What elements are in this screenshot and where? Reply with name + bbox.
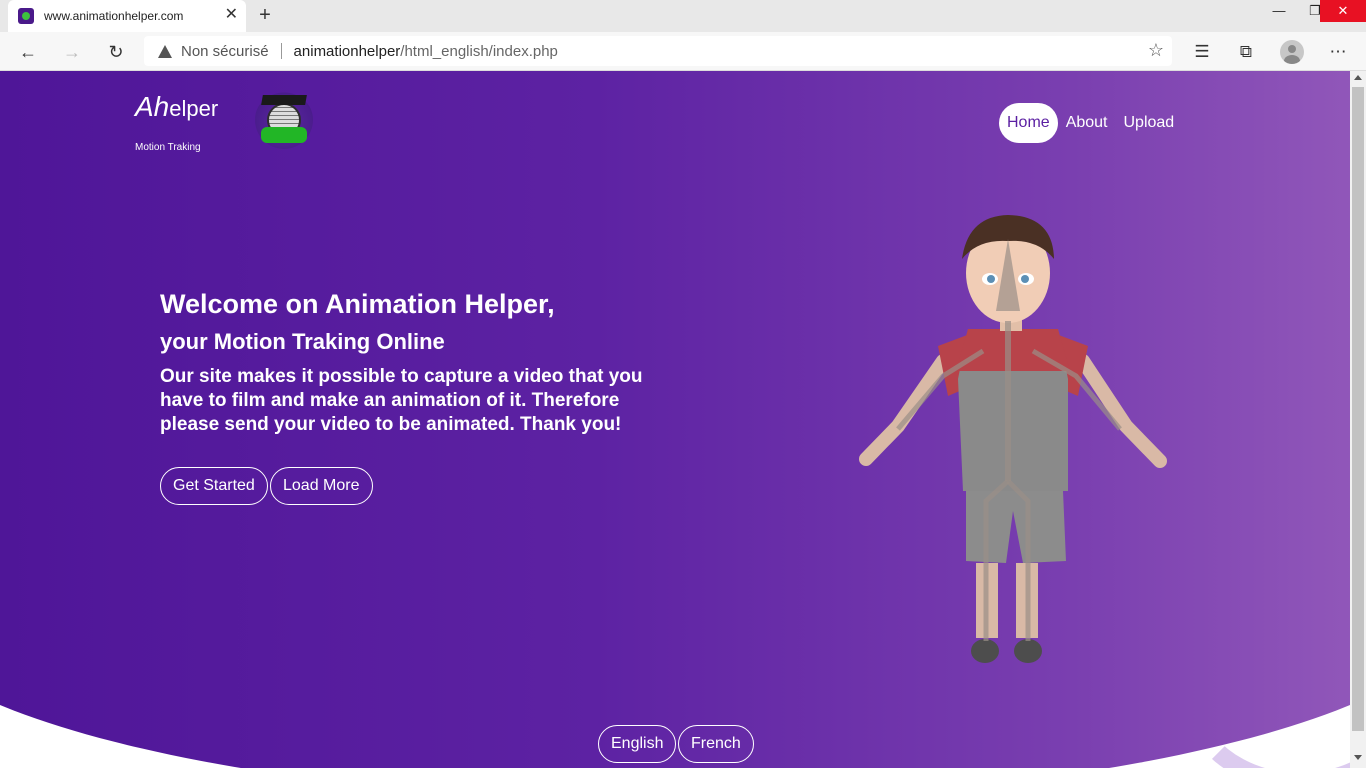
tab-strip: www.animationhelper.com ✕ + — ❐ ✕	[0, 0, 1366, 32]
tab-title: www.animationhelper.com	[44, 9, 184, 23]
browser-tab[interactable]: www.animationhelper.com ✕	[8, 0, 246, 32]
scroll-up-arrow-icon[interactable]	[1354, 75, 1362, 80]
brand-logo: Ahelper	[135, 91, 218, 123]
scroll-down-arrow-icon[interactable]	[1354, 755, 1362, 760]
more-menu-icon[interactable]: ⋯	[1326, 40, 1350, 64]
menu-item-about[interactable]: About	[1058, 103, 1116, 143]
favorites-icon[interactable]: ☰	[1190, 40, 1214, 64]
new-tab-button[interactable]: +	[254, 4, 276, 26]
address-bar[interactable]: Non sécurisé animationhelper /html_engli…	[144, 36, 1172, 66]
site-favicon-icon	[18, 8, 34, 24]
hero-headline: Welcome on Animation Helper, your Motion…	[160, 287, 555, 359]
hero-subtitle: your Motion Traking Online	[160, 329, 445, 354]
address-divider	[280, 43, 282, 59]
menu-item-upload[interactable]: Upload	[1116, 103, 1183, 143]
url-host: animationhelper	[293, 42, 401, 60]
scroll-thumb[interactable]	[1352, 87, 1364, 731]
site-brand[interactable]: Ahelper Motion Traking	[135, 91, 218, 153]
browser-toolbar: ← → ↻ Non sécurisé animationhelper /html…	[0, 32, 1366, 71]
english-language-button[interactable]: English	[598, 725, 677, 763]
hero-title: Welcome on Animation Helper,	[160, 289, 555, 319]
logo-big-text: Ah	[135, 91, 170, 122]
profile-avatar-icon[interactable]	[1280, 40, 1304, 64]
load-more-button[interactable]: Load More	[270, 467, 373, 505]
graduation-cap-shape	[261, 95, 307, 105]
get-started-button[interactable]: Get Started	[160, 467, 268, 505]
logo-small-text: elper	[169, 96, 219, 121]
emblem-base-shape	[261, 127, 307, 143]
favorite-star-icon[interactable]: ☆	[1148, 40, 1164, 61]
url-path: /html_english/index.php	[400, 42, 558, 60]
rigged-character-illustration	[859, 215, 1167, 663]
french-language-button[interactable]: French	[678, 725, 754, 763]
forward-button[interactable]: →	[58, 38, 86, 66]
page-viewport: Ahelper Motion Traking Home About Upload…	[0, 71, 1350, 768]
brand-tagline: Motion Traking	[135, 142, 201, 153]
close-window-button[interactable]: ✕	[1320, 0, 1366, 22]
tab-close-icon[interactable]: ✕	[225, 7, 238, 23]
back-button[interactable]: ←	[14, 38, 42, 66]
menu-item-home[interactable]: Home	[999, 103, 1058, 143]
warning-icon	[158, 44, 172, 58]
hero-description: Our site makes it possible to capture a …	[160, 366, 643, 435]
collections-icon[interactable]: ⧉	[1234, 40, 1258, 64]
reload-button[interactable]: ↻	[102, 38, 130, 66]
security-label[interactable]: Non sécurisé	[181, 43, 269, 60]
globe-mascot-icon	[255, 91, 313, 149]
page-scrollbar[interactable]	[1350, 71, 1366, 768]
main-menu: Home About Upload	[999, 103, 1182, 143]
